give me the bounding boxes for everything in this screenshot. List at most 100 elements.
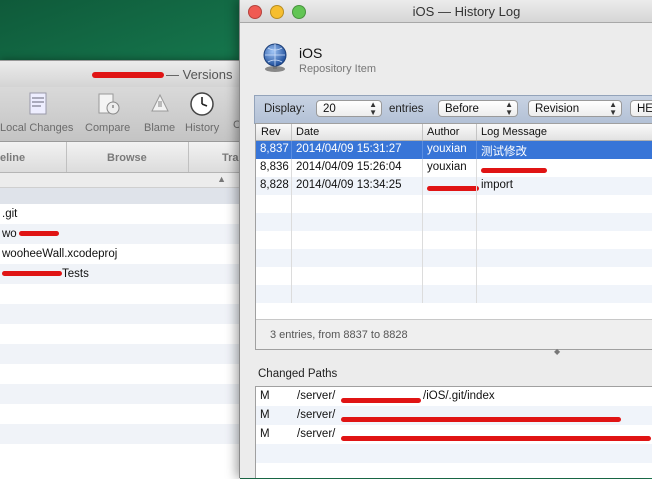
versions-toolbar: Local Changes Compare Blame History C — [0, 87, 240, 142]
revision-value: HEA — [637, 103, 652, 115]
globe-icon — [263, 43, 287, 72]
log-table-header: Rev Date Author Log Message — [256, 124, 652, 141]
versions-window-title: — Versions — [166, 67, 233, 82]
split-handle-icon[interactable]: ◆ — [554, 347, 560, 356]
redacted-text — [18, 231, 59, 237]
entries-label: entries — [389, 103, 424, 115]
list-item[interactable] — [0, 304, 240, 324]
column-date[interactable]: Date — [296, 126, 319, 138]
revision-input[interactable]: HEA — [630, 100, 652, 117]
list-item[interactable] — [0, 344, 240, 364]
filter-bar: Display: 20 ▲ ▼ entries Before ▲ ▼ Revisio… — [254, 95, 652, 124]
mode-value: Revision — [535, 103, 580, 115]
history-log-window: iOS — History Log iOS Repository Item Di… — [239, 0, 652, 478]
list-item[interactable] — [0, 324, 240, 344]
chevron-updown-icon: ▲ ▼ — [505, 100, 513, 117]
list-item[interactable]: wooheeWall.xcodeproj — [0, 244, 240, 264]
path-cell: /server/ — [297, 409, 336, 421]
table-row — [256, 249, 652, 267]
browse-list: .git wo wooheeWall.xcodeproj Tests — [0, 188, 240, 444]
rev-cell: 8,828 — [260, 179, 289, 191]
date-cell: 2014/04/09 15:26:04 — [296, 161, 402, 173]
clock-icon — [190, 92, 214, 116]
table-row — [256, 195, 652, 213]
message-cell: 测试修改 — [481, 146, 527, 158]
path-cell: /server/ — [297, 390, 336, 402]
history-button[interactable]: History — [185, 91, 219, 134]
versions-titlebar: — Versions — [0, 61, 240, 87]
repo-subtitle: Repository Item — [299, 63, 377, 75]
log-footer: 3 entries, from 8837 to 8828 — [256, 319, 652, 349]
entries-count-select[interactable]: 20 ▲ ▼ — [316, 100, 382, 117]
table-row — [256, 444, 652, 463]
list-item[interactable] — [0, 384, 240, 404]
rev-cell: 8,837 — [260, 143, 289, 155]
column-rev[interactable]: Rev — [261, 126, 281, 138]
direction-select[interactable]: Before ▲ ▼ — [438, 100, 518, 117]
path-cell: /server/ — [297, 428, 336, 440]
history-titlebar: iOS — History Log — [240, 0, 652, 23]
changed-paths-label: Changed Paths — [258, 368, 338, 380]
list-item[interactable] — [0, 364, 240, 384]
window-title: iOS — History Log — [412, 4, 521, 19]
compare-label: Compare — [85, 122, 131, 134]
action-cell: M — [260, 390, 270, 402]
list-item[interactable]: wo — [0, 224, 240, 244]
table-row[interactable]: 8,836 2014/04/09 15:26:04 youxian — [256, 159, 652, 177]
message-cell: import — [481, 179, 513, 191]
redacted-text — [92, 72, 164, 78]
date-cell: 2014/04/09 13:34:25 — [296, 179, 402, 191]
history-label: History — [185, 122, 220, 134]
mode-select[interactable]: Revision ▲ ▼ — [528, 100, 622, 117]
list-item[interactable]: Tests — [0, 264, 240, 284]
column-author[interactable]: Author — [427, 126, 459, 138]
tab-browse[interactable]: Browse — [107, 152, 147, 164]
list-item[interactable] — [0, 284, 240, 304]
blame-icon — [150, 93, 169, 112]
action-cell: M — [260, 409, 270, 421]
rev-cell: 8,836 — [260, 161, 289, 173]
local-changes-button[interactable]: Local Changes — [0, 91, 73, 134]
chevron-updown-icon: ▲ ▼ — [369, 100, 377, 117]
table-row — [256, 213, 652, 231]
chevron-updown-icon: ▲ ▼ — [609, 100, 617, 117]
table-row[interactable]: M /server/ — [256, 425, 652, 444]
versions-window: — Versions Local Changes Compare Blame H… — [0, 60, 240, 479]
tab-timeline[interactable]: eline — [0, 152, 25, 164]
local-changes-icon — [29, 92, 47, 115]
changed-paths-table: M /server/ /iOS/.git/index M /server/ M … — [255, 386, 652, 478]
scroll-up-arrow-icon[interactable]: ▲ — [217, 174, 226, 184]
table-row — [256, 285, 652, 303]
list-item[interactable]: .git — [0, 204, 240, 224]
display-label: Display: — [264, 103, 305, 115]
table-row — [256, 267, 652, 285]
table-row[interactable]: 8,837 2014/04/09 15:31:27 youxian 测试修改 — [256, 141, 652, 159]
action-cell: M — [260, 428, 270, 440]
path-tail-cell: /iOS/.git/index — [423, 390, 495, 402]
list-item[interactable] — [0, 404, 240, 424]
date-cell: 2014/04/09 15:31:27 — [296, 143, 402, 155]
column-log-message[interactable]: Log Message — [481, 126, 547, 138]
blame-label: Blame — [144, 122, 176, 134]
direction-value: Before — [445, 103, 479, 115]
list-item-label: Tests — [62, 268, 89, 280]
list-item-label: wooheeWall.xcodeproj — [2, 248, 118, 260]
browse-scrollbar[interactable]: ▲ — [0, 173, 240, 188]
entries-summary: 3 entries, from 8837 to 8828 — [270, 329, 408, 341]
list-item-label: wo — [2, 228, 17, 240]
compare-icon — [98, 93, 120, 115]
compare-button[interactable]: Compare — [85, 91, 130, 134]
table-row[interactable]: M /server/ /iOS/.git/index — [256, 387, 652, 406]
author-cell: youxian — [427, 143, 467, 155]
repo-name: iOS — [299, 45, 323, 61]
table-row[interactable]: 8,828 2014/04/09 13:34:25 import — [256, 177, 652, 195]
versions-tabs: eline Browse Tra — [0, 142, 240, 173]
blame-button[interactable]: Blame — [144, 91, 175, 134]
tab-transmit[interactable]: Tra — [222, 152, 239, 164]
table-row[interactable]: M /server/ — [256, 406, 652, 425]
redacted-text — [2, 271, 62, 277]
author-cell: youxian — [427, 161, 467, 173]
list-item[interactable] — [0, 424, 240, 444]
entries-count-value: 20 — [323, 103, 336, 115]
repo-header: iOS Repository Item — [240, 23, 652, 89]
